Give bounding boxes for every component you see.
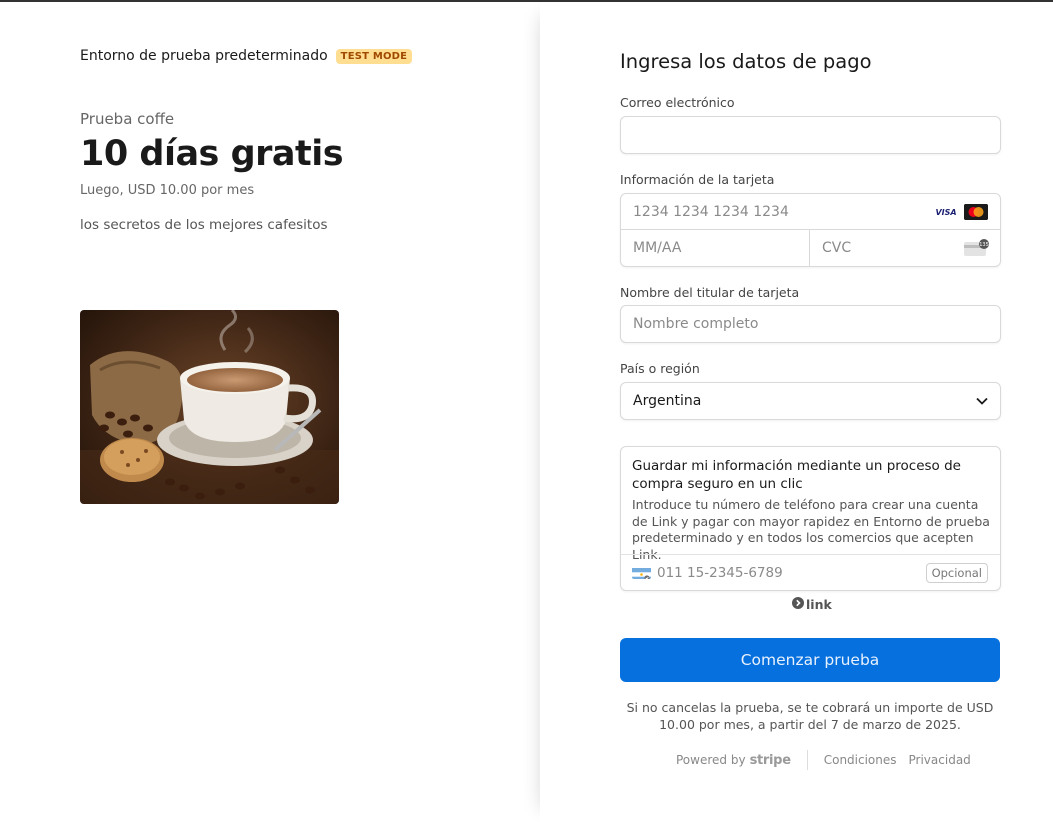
card-cvc-wrapper: 135 xyxy=(810,230,1000,266)
cardholder-field-wrapper xyxy=(620,305,1001,343)
product-description: los secretos de los mejores cafesitos xyxy=(80,217,328,233)
card-expiry-field[interactable] xyxy=(621,230,809,266)
chevron-down-icon xyxy=(976,393,988,409)
link-arrow-icon xyxy=(792,597,804,612)
argentina-flag-icon xyxy=(632,566,651,579)
country-label: País o región xyxy=(620,361,700,376)
country-select[interactable]: Argentina xyxy=(620,382,1001,420)
phone-field[interactable] xyxy=(651,555,926,590)
payment-title: Ingresa los datos de pago xyxy=(620,50,872,73)
link-save-title: Guardar mi información mediante un proce… xyxy=(632,458,961,492)
svg-text:135: 135 xyxy=(979,242,989,248)
link-save-box: Guardar mi información mediante un proce… xyxy=(620,446,1001,591)
privacy-link[interactable]: Privacidad xyxy=(909,753,971,767)
billing-notice: Si no cancelas la prueba, se te cobrará … xyxy=(626,700,994,732)
powered-by-stripe[interactable]: Powered by stripe xyxy=(676,750,808,770)
card-info-group: VISA 135 xyxy=(620,193,1001,267)
phone-row: Opcional xyxy=(621,554,1000,590)
cardholder-label: Nombre del titular de tarjeta xyxy=(620,285,800,300)
powered-by-label: Powered by xyxy=(676,753,746,767)
test-mode-badge: TEST MODE xyxy=(335,48,413,64)
email-field[interactable] xyxy=(621,117,1000,153)
link-logo: link xyxy=(792,597,832,612)
terms-link[interactable]: Condiciones xyxy=(824,753,897,767)
product-name: Prueba coffe xyxy=(80,110,175,128)
recurring-price: Luego, USD 10.00 por mes xyxy=(80,183,255,198)
footer: Powered by stripe Condiciones Privacidad xyxy=(676,750,971,770)
optional-badge: Opcional xyxy=(925,562,988,583)
country-value: Argentina xyxy=(633,393,702,409)
cvc-card-icon: 135 xyxy=(964,239,989,256)
merchant-name: Entorno de prueba predeterminado xyxy=(80,48,328,64)
card-expiry-wrapper xyxy=(621,230,810,266)
cardholder-name-field[interactable] xyxy=(621,306,1000,342)
trial-price: 10 días gratis xyxy=(80,134,344,174)
link-logo-text: link xyxy=(806,597,832,612)
merchant-header: Entorno de prueba predeterminado TEST MO… xyxy=(80,48,413,64)
email-label: Correo electrónico xyxy=(620,95,735,110)
card-info-label: Información de la tarjeta xyxy=(620,172,775,187)
start-trial-button[interactable]: Comenzar prueba xyxy=(620,638,1000,682)
card-number-wrapper: VISA xyxy=(621,194,1000,230)
email-field-wrapper xyxy=(620,116,1001,154)
mastercard-icon xyxy=(964,204,988,220)
visa-icon: VISA xyxy=(935,208,957,217)
product-image xyxy=(80,310,339,504)
stripe-logo: stripe xyxy=(749,752,791,768)
